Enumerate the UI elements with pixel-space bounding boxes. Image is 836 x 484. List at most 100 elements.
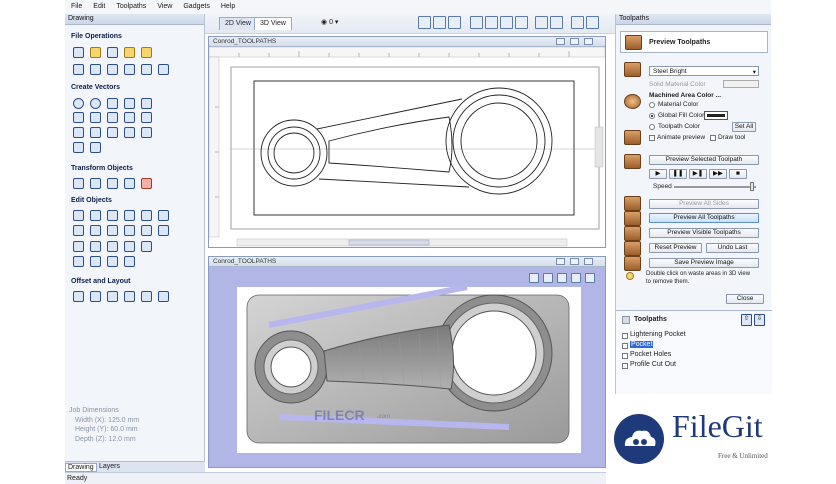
nesting-icon[interactable] [141, 291, 152, 302]
toolpath-visibility-checkbox-3[interactable] [622, 363, 628, 369]
text-icon[interactable] [73, 127, 84, 138]
array-icon[interactable] [107, 291, 118, 302]
offset-icon[interactable] [73, 291, 84, 302]
polygon-icon[interactable] [124, 98, 135, 109]
step-icon[interactable]: ▶❚ [689, 169, 707, 179]
cut-icon[interactable] [90, 64, 101, 75]
arc-icon[interactable] [90, 112, 101, 123]
mirror-icon[interactable] [107, 178, 118, 189]
fast-forward-icon[interactable]: ▶▶ [709, 169, 727, 179]
curve-icon[interactable] [107, 112, 118, 123]
close-3d-icon[interactable] [584, 258, 593, 265]
grid-icon[interactable] [448, 16, 461, 29]
zoom-in-icon[interactable] [485, 16, 498, 29]
move-up-icon[interactable]: ⇧ [741, 314, 752, 326]
restore-3d-icon[interactable] [570, 258, 579, 265]
global-fill-swatch[interactable] [704, 111, 728, 120]
menu-edit[interactable]: Edit [93, 3, 105, 10]
zoom-out-icon[interactable] [515, 16, 528, 29]
delete-icon[interactable] [141, 225, 152, 236]
open-file-icon[interactable] [90, 47, 101, 58]
close-vector-icon[interactable] [124, 210, 135, 221]
toolpath-item-pocket[interactable]: Pocket [630, 341, 654, 348]
snap-icon[interactable] [535, 16, 548, 29]
draw-freehand-icon[interactable] [73, 142, 84, 153]
reset-preview-button[interactable]: Reset Preview [649, 243, 702, 253]
menu-help[interactable]: Help [221, 3, 235, 10]
save-icon[interactable] [107, 47, 118, 58]
tabs-icon[interactable] [141, 241, 152, 252]
material-select[interactable]: Steel Bright ▾ [649, 66, 759, 76]
rotate-icon[interactable] [90, 178, 101, 189]
new-file-icon[interactable] [73, 47, 84, 58]
wrap-icon[interactable] [124, 256, 135, 267]
close-icon[interactable] [584, 38, 593, 45]
toolpath-visibility-checkbox-0[interactable] [622, 333, 628, 339]
drawing-canvas[interactable] [209, 47, 605, 247]
dimension-icon[interactable] [124, 127, 135, 138]
zoom-extents-icon[interactable] [418, 16, 431, 29]
circle-icon[interactable] [73, 98, 84, 109]
tab-2d-view[interactable]: 2D View [219, 17, 257, 30]
toolpath-item-lightening-pocket[interactable]: Lightening Pocket [630, 331, 686, 338]
polyline-icon[interactable] [73, 112, 84, 123]
measure-tool-icon[interactable] [107, 256, 118, 267]
preview-selected-button[interactable]: Preview Selected Toolpath [649, 155, 759, 165]
text-on-curve-icon[interactable] [90, 127, 101, 138]
circular-array-icon[interactable] [124, 291, 135, 302]
step-repeat-icon[interactable] [90, 291, 101, 302]
draw-tool-checkbox[interactable] [710, 135, 716, 141]
toolpath-visibility-checkbox-2[interactable] [622, 353, 628, 359]
node-edit-icon[interactable] [90, 142, 101, 153]
fillet-icon[interactable] [158, 210, 169, 221]
save-preview-image-button[interactable]: Save Preview Image [649, 258, 759, 268]
radio-global-fill[interactable] [649, 113, 655, 119]
move-icon[interactable] [73, 178, 84, 189]
fill-layout-icon[interactable] [158, 291, 169, 302]
layer-dropdown[interactable]: ◉ 0 ▾ [321, 18, 338, 26]
paste-icon[interactable] [124, 64, 135, 75]
star-icon[interactable] [141, 98, 152, 109]
radio-material-color[interactable] [649, 102, 655, 108]
animate-preview-checkbox[interactable] [649, 135, 655, 141]
tab-drawing[interactable]: Drawing [65, 463, 97, 472]
3d-preview-canvas[interactable] [209, 267, 605, 467]
toolpath-item-profile-cut-out[interactable]: Profile Cut Out [630, 361, 676, 368]
redo-icon[interactable] [158, 64, 169, 75]
menu-toolpaths[interactable]: Toolpaths [116, 3, 146, 10]
scale-icon[interactable] [124, 178, 135, 189]
rectangle-icon[interactable] [107, 98, 118, 109]
trim-icon[interactable] [141, 210, 152, 221]
import-icon[interactable] [124, 47, 135, 58]
menu-gadgets[interactable]: Gadgets [183, 3, 209, 10]
zoom-box-icon[interactable] [500, 16, 513, 29]
bridge-icon[interactable] [73, 256, 84, 267]
intersect-icon[interactable] [107, 225, 118, 236]
undo-last-button[interactable]: Undo Last [706, 243, 759, 253]
move-down-icon[interactable]: ⇩ [754, 314, 765, 326]
pan-icon[interactable] [470, 16, 483, 29]
split-view-icon[interactable] [586, 16, 599, 29]
nest-icon[interactable] [90, 256, 101, 267]
toolpath-item-pocket-holes[interactable]: Pocket Holes [630, 351, 671, 358]
minimize-3d-icon[interactable] [556, 258, 565, 265]
ellipse-icon[interactable] [90, 98, 101, 109]
menu-view[interactable]: View [157, 3, 172, 10]
curve-fit-icon[interactable] [107, 241, 118, 252]
center-icon[interactable] [141, 178, 152, 189]
close-button[interactable]: Close [726, 294, 764, 304]
group-icon[interactable] [73, 210, 84, 221]
speed-slider[interactable] [674, 186, 756, 188]
restore-icon[interactable] [570, 38, 579, 45]
toolpath-visibility-checkbox-1[interactable] [622, 343, 628, 349]
play-icon[interactable]: ▶ [649, 169, 667, 179]
subtract-icon[interactable] [90, 225, 101, 236]
preview-all-toolpaths-button[interactable]: Preview All Toolpaths [649, 213, 759, 223]
select-icon[interactable] [433, 16, 446, 29]
radio-toolpath-color[interactable] [649, 124, 655, 130]
undo-icon[interactable] [141, 64, 152, 75]
preview-all-sides-button[interactable]: Preview All Sides [649, 199, 759, 209]
pause-icon[interactable]: ❚❚ [669, 169, 687, 179]
break-icon[interactable] [124, 241, 135, 252]
set-all-button[interactable]: Set All [732, 122, 756, 132]
